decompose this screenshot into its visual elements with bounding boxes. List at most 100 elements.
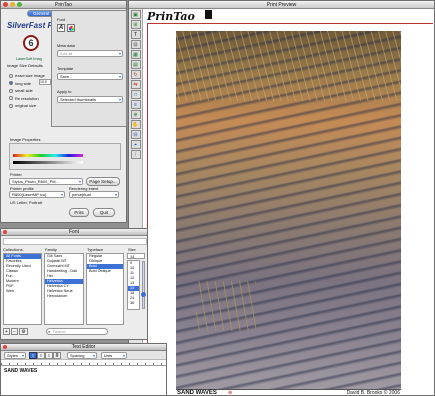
caption-bar: SAND WAVES ⊕ David B. Brooks © 2006 <box>176 389 401 396</box>
collections-header: Collections <box>3 247 23 252</box>
remove-collection-button[interactable]: − <box>11 328 18 335</box>
rendering-intent-select[interactable]: perceptual <box>69 191 119 198</box>
pick-tool-icon[interactable]: ⌖ <box>130 140 141 149</box>
quit-button[interactable]: Quit <box>93 208 115 217</box>
zoom-icon[interactable] <box>17 2 22 7</box>
print-preview-window: Print Preview ▣ ⊞ T ⊡ ▦ ▤ ↻ ⇆ □ ≡ ⊕ ✋ ⊟ … <box>128 0 435 396</box>
select-tool-icon[interactable]: ▣ <box>130 10 141 19</box>
justify-button[interactable]: ≣ <box>53 352 61 359</box>
caption-marker-icon: ⊕ <box>228 390 233 396</box>
typeface-list[interactable]: Regular Oblique Bold Bold Oblique <box>86 253 124 325</box>
typeface-item[interactable]: Bold Oblique <box>87 269 123 274</box>
print-button[interactable]: Print <box>69 208 89 217</box>
image-properties-box <box>9 143 121 170</box>
flip-tool-icon[interactable]: ⇆ <box>130 80 141 89</box>
frame-tool-icon[interactable]: □ <box>130 90 141 99</box>
family-list[interactable]: Gill Sans Gujarati MT Gurmukhi MT Handwr… <box>44 253 84 325</box>
printao-logo-text: PrinTao <box>147 10 195 23</box>
collection-item[interactable]: Web <box>4 289 41 294</box>
size-slider-thumb[interactable] <box>141 292 146 297</box>
brand-six-logo: 6 <box>23 35 39 51</box>
sand-waves-photo[interactable] <box>176 31 401 389</box>
caption-right[interactable]: David B. Brooks © 2006 <box>347 390 400 395</box>
lists-select[interactable]: Lists <box>101 352 127 359</box>
radio-re-resolution[interactable]: Re resolution <box>9 95 45 103</box>
ruler <box>1 360 166 366</box>
text-editor-titlebar: Text Editor <box>1 344 166 351</box>
font-panel: Font Collections Family Typeface Size Al… <box>0 228 148 340</box>
text-editor-title: Text Editor <box>71 344 96 350</box>
font-style-button[interactable]: A <box>57 24 65 32</box>
brand-subtitle: LaserSoft Imag <box>16 57 42 61</box>
search-placeholder: Search <box>53 329 66 334</box>
font-preview-strip <box>3 238 147 245</box>
page-setup-button[interactable]: Page Setup... <box>86 177 120 186</box>
grid-tool-icon[interactable]: ▦ <box>130 50 141 59</box>
paper-info: US Letter, Portrait <box>10 200 42 205</box>
size-item[interactable]: 36 <box>128 301 139 306</box>
radio-group: exact size image long side small side Re… <box>9 72 45 110</box>
image-tool-icon[interactable]: ⊞ <box>130 20 141 29</box>
gray-gradient-bar <box>13 161 83 164</box>
collections-list[interactable]: All Fonts Favorites Recently Used Classi… <box>3 253 42 325</box>
template-select[interactable]: Save... <box>57 73 123 80</box>
long-side-field[interactable]: 10.0 <box>39 79 51 85</box>
printer-profile-select[interactable]: R800(LaserMP ico) <box>9 191 65 198</box>
close-icon[interactable] <box>3 2 8 7</box>
printao-logo: PrinTao <box>147 10 195 23</box>
dune-grass-bottom <box>196 281 256 331</box>
text-editor-window: Text Editor Styles ≡ ≡ ≡ ≣ Spacing Lists… <box>0 343 167 396</box>
crop-tool-icon[interactable]: ⊡ <box>130 40 141 49</box>
rotate-tool-icon[interactable]: ↻ <box>130 70 141 79</box>
margin-tool-icon[interactable]: ⊟ <box>130 130 141 139</box>
font-color-button[interactable] <box>67 24 75 32</box>
meta-data-label: Meta data <box>57 43 75 48</box>
size-slider[interactable] <box>141 261 146 309</box>
family-item[interactable]: Herculanum <box>45 294 83 299</box>
size-header: Size <box>128 247 136 252</box>
minimize-icon[interactable] <box>10 2 15 7</box>
apply-to-label: Apply to <box>57 89 72 94</box>
dune-grass-top <box>176 31 401 101</box>
zoom-tool-icon[interactable]: ⊕ <box>130 110 141 119</box>
caption-left[interactable]: SAND WAVES <box>177 390 217 395</box>
radio-small-side[interactable]: small side <box>9 87 45 95</box>
text-editor-close-icon[interactable] <box>3 345 7 349</box>
font-search-field[interactable]: ⌕ Search <box>46 328 108 335</box>
info-tool-icon[interactable]: i <box>130 150 141 159</box>
hand-tool-icon[interactable]: ✋ <box>130 120 141 129</box>
spacing-select[interactable]: Spacing <box>67 352 97 359</box>
printer-select[interactable]: Stylus_Photo_R800_PM... <box>9 178 83 185</box>
text-editor-toolbar: Styles ≡ ≡ ≡ ≣ Spacing Lists <box>1 351 166 360</box>
search-icon: ⌕ <box>48 329 51 334</box>
align-right-button[interactable]: ≡ <box>45 352 53 359</box>
family-header: Family <box>45 247 57 252</box>
font-close-icon[interactable] <box>3 230 7 234</box>
radio-original-size[interactable]: original size <box>9 102 45 110</box>
layout-tool-icon[interactable]: ▤ <box>130 60 141 69</box>
settings-drawer: Font A Meta data Add all Template Save..… <box>51 10 127 127</box>
print-preview-title: Print Preview <box>266 2 297 8</box>
font-titlebar: Font <box>1 229 147 236</box>
align-tool-icon[interactable]: ≡ <box>130 100 141 109</box>
size-list[interactable]: 9 10 11 12 13 14 18 24 36 <box>127 260 140 310</box>
image-size-defaults-label: Image Size Defaults <box>7 63 43 68</box>
align-left-button[interactable]: ≡ <box>29 352 37 359</box>
color-gradient-bar <box>13 154 83 157</box>
document-icon <box>205 10 212 19</box>
add-collection-button[interactable]: + <box>3 328 10 335</box>
font-label: Font <box>57 17 66 22</box>
add-all-select[interactable]: Add all <box>57 50 123 57</box>
color-wheel-icon <box>69 26 74 31</box>
image-properties-label: Image Properties <box>10 137 41 142</box>
text-tool-icon[interactable]: T <box>130 30 141 39</box>
action-menu-button[interactable]: ⚙ <box>19 328 28 335</box>
text-editor-content[interactable]: SAND WAVES <box>4 368 37 374</box>
apply-to-select[interactable]: Selected thumbnails <box>57 96 123 103</box>
styles-select[interactable]: Styles <box>4 352 26 359</box>
align-center-button[interactable]: ≡ <box>37 352 45 359</box>
print-preview-titlebar: Print Preview <box>129 1 434 9</box>
typeface-header: Typeface <box>87 247 104 252</box>
size-field[interactable]: 14 <box>127 253 145 259</box>
printer-label: Printer <box>10 172 22 177</box>
